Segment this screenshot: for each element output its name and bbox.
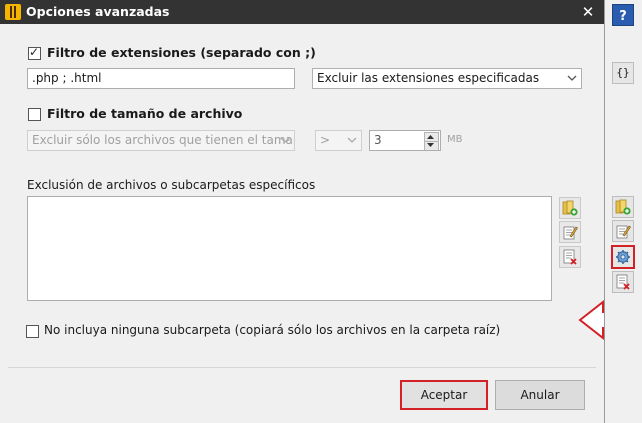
add-folder-icon	[615, 199, 631, 215]
sidebar-settings-button[interactable]	[611, 245, 635, 269]
extension-mode-select[interactable]: Excluir las extensiones especificadas	[312, 68, 582, 89]
size-value: 3	[374, 133, 382, 147]
size-value-stepper[interactable]: 3	[369, 130, 441, 151]
size-filter-label: Filtro de tamaño de archivo	[47, 106, 243, 121]
title-bar[interactable]: Opciones avanzadas ✕	[0, 0, 604, 24]
code-braces-button[interactable]: {}	[612, 62, 634, 84]
size-mode-value: Excluir sólo los archivos que tienen el …	[32, 133, 295, 147]
size-unit-label: MB	[447, 134, 463, 145]
chevron-down-icon	[567, 73, 577, 83]
right-toolbar: ? {}	[604, 0, 642, 423]
sidebar-edit-button[interactable]	[612, 220, 634, 242]
spin-down-button[interactable]	[424, 141, 439, 150]
close-button[interactable]: ✕	[578, 2, 598, 22]
gear-icon	[616, 250, 630, 264]
extension-input[interactable]: .php ; .html	[27, 68, 295, 89]
help-button[interactable]: ?	[612, 4, 634, 26]
exclusion-list[interactable]	[27, 196, 552, 301]
sidebar-add-folder-button[interactable]	[612, 196, 634, 218]
svg-text:?: ?	[619, 9, 627, 23]
add-folder-icon	[562, 200, 578, 216]
size-mode-select[interactable]: Excluir sólo los archivos que tienen el …	[27, 130, 295, 151]
remove-document-icon	[563, 249, 577, 265]
separator	[8, 367, 596, 368]
app-logo-icon	[5, 4, 21, 20]
accept-button[interactable]: Aceptar	[400, 380, 488, 410]
size-filter-checkbox[interactable]	[28, 108, 41, 121]
extension-filter-checkbox[interactable]	[28, 45, 41, 60]
size-operator-value: >	[320, 133, 331, 147]
cancel-button[interactable]: Anular	[495, 380, 585, 410]
size-operator-select[interactable]: >	[315, 130, 362, 151]
edit-icon	[563, 226, 578, 240]
remove-document-icon	[616, 274, 630, 290]
no-subfolders-label: No incluya ninguna subcarpeta (copiará s…	[44, 323, 501, 337]
edit-entry-button[interactable]	[559, 221, 581, 243]
edit-icon	[616, 225, 631, 239]
chevron-down-icon	[347, 135, 357, 145]
sidebar-remove-button[interactable]	[612, 271, 634, 293]
advanced-options-dialog: Opciones avanzadas ✕ Filtro de extension…	[0, 0, 604, 423]
add-folder-button[interactable]	[559, 197, 581, 219]
extension-mode-value: Excluir las extensiones especificadas	[317, 71, 540, 85]
remove-entry-button[interactable]	[559, 246, 581, 268]
dialog-title: Opciones avanzadas	[26, 4, 170, 19]
exclusion-label: Exclusión de archivos o subcarpetas espe…	[27, 178, 316, 192]
help-icon: ?	[619, 9, 627, 23]
extension-filter-label: Filtro de extensiones (separado con ;)	[47, 45, 316, 60]
chevron-down-icon	[280, 135, 290, 145]
no-subfolders-checkbox[interactable]	[26, 325, 39, 338]
